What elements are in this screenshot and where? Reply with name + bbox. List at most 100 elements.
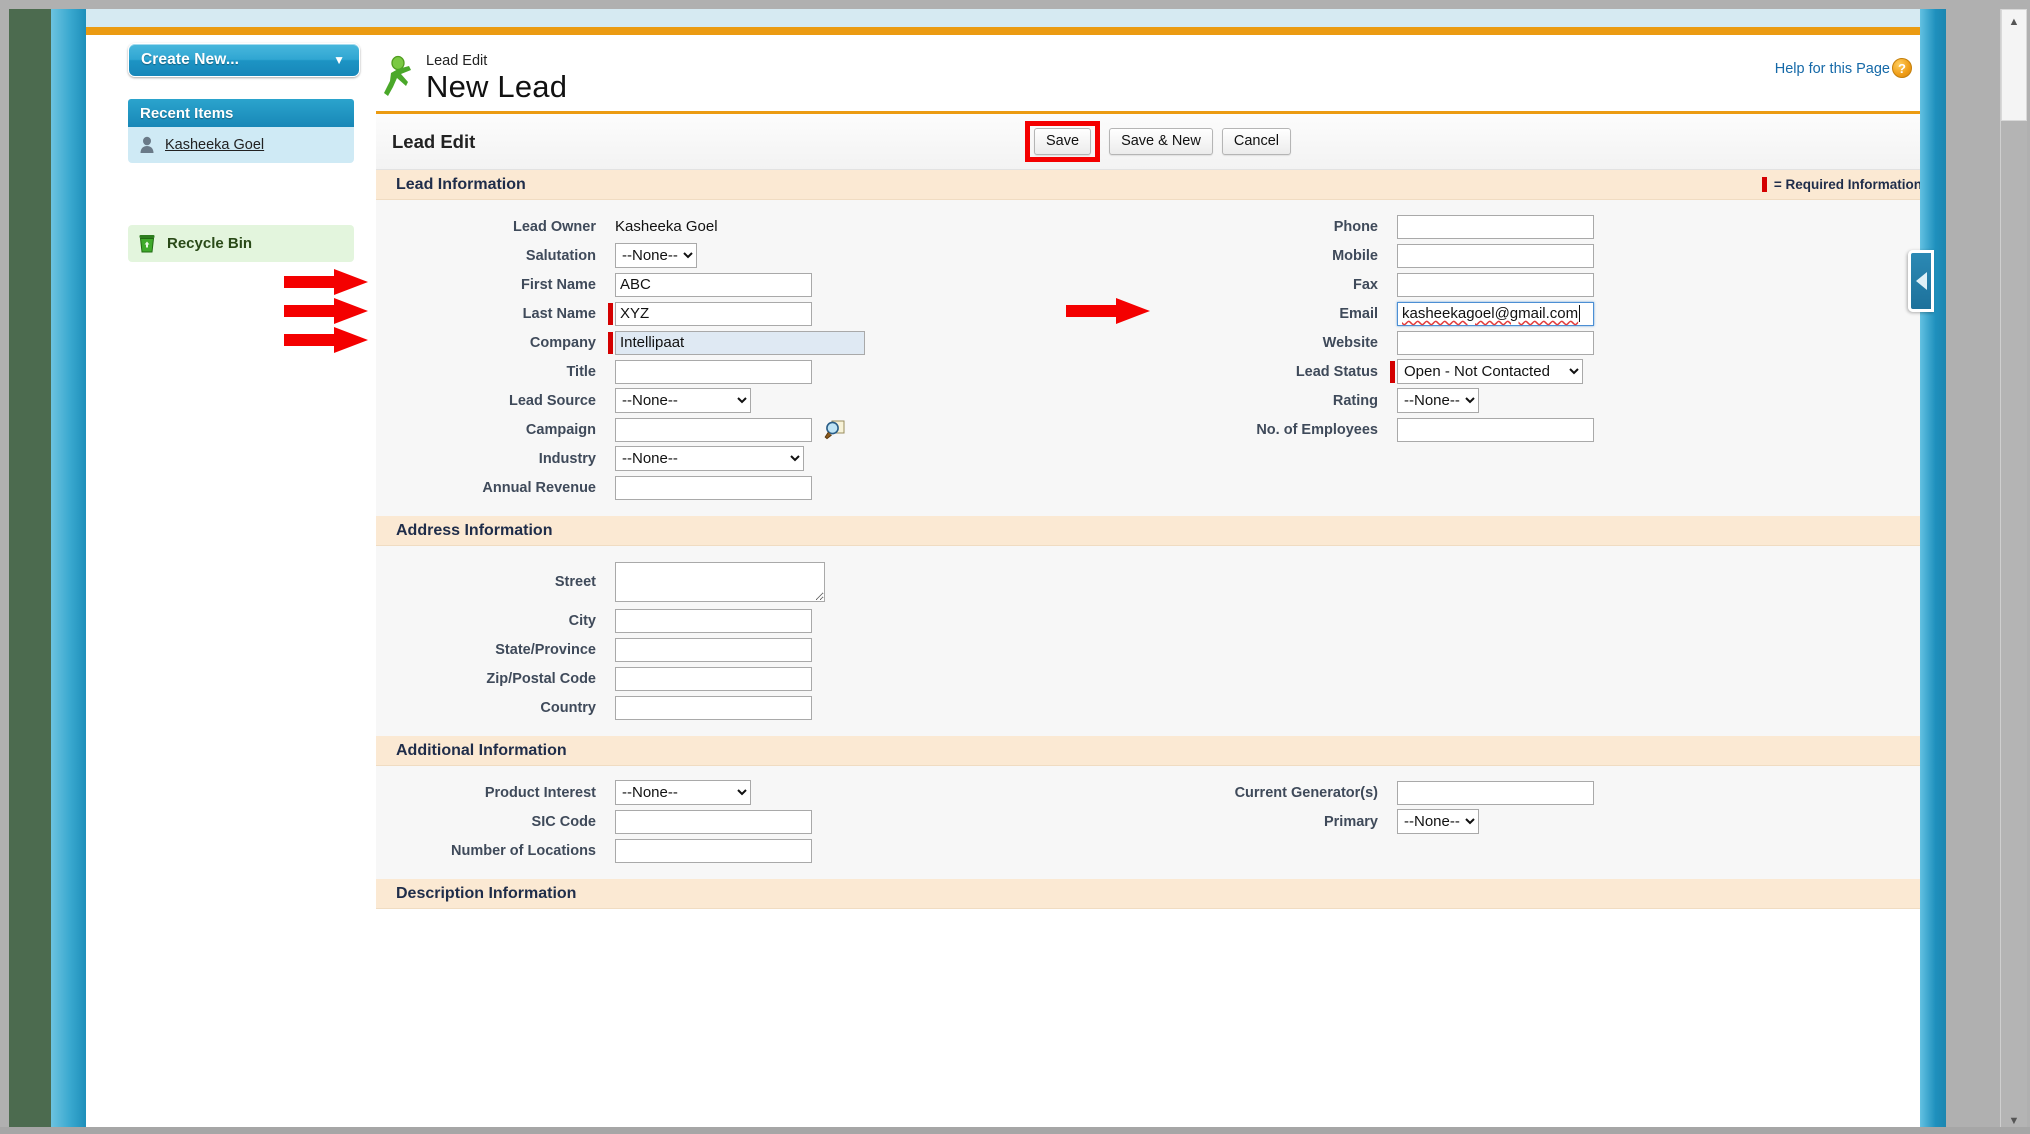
required-marker-icon <box>608 331 613 354</box>
select-industry[interactable]: --None-- <box>615 446 804 471</box>
field-label-country: Country <box>540 699 596 716</box>
required-marker-spacer <box>1390 782 1395 804</box>
vertical-scrollbar[interactable]: ▲ ▼ <box>2000 9 2027 1134</box>
field-control-zip-postal-code <box>608 666 812 691</box>
input-city[interactable] <box>615 608 812 633</box>
recycle-bin-label: Recycle Bin <box>167 235 253 252</box>
field-label-last-name: Last Name <box>522 305 596 322</box>
field-label-no-of-employees: No. of Employees <box>1256 421 1378 438</box>
field-control-fax <box>1390 272 1594 297</box>
recent-item-link[interactable]: Kasheeka Goel <box>165 137 264 153</box>
field-row-phone: Phone <box>1158 212 1940 241</box>
select-lead-source[interactable]: --None-- <box>615 388 751 413</box>
input-phone[interactable] <box>1397 214 1594 239</box>
textarea-street[interactable] <box>615 562 825 602</box>
toolbar-buttons: Save Save & New Cancel <box>1025 121 1291 162</box>
select-salutation[interactable]: --None-- <box>615 243 697 268</box>
annotation-arrow-icon <box>1066 298 1150 329</box>
select-rating[interactable]: --None-- <box>1397 388 1479 413</box>
field-row-title: Title <box>376 357 1158 386</box>
top-band <box>86 9 1942 27</box>
field-control-phone <box>1390 214 1594 239</box>
field-label-fax: Fax <box>1353 276 1378 293</box>
required-marker-icon <box>608 302 613 325</box>
recycle-bin-item[interactable]: Recycle Bin <box>128 225 354 262</box>
required-marker-spacer <box>1390 390 1395 412</box>
field-row-product-interest: Product Interest --None-- <box>376 778 1158 807</box>
input-number-of-locations[interactable] <box>615 838 812 863</box>
field-control-last-name <box>608 301 812 326</box>
field-label-lead-status: Lead Status <box>1295 363 1378 380</box>
field-row-number-of-locations: Number of Locations <box>376 836 1158 865</box>
save-button[interactable]: Save <box>1034 128 1092 155</box>
required-marker-spacer <box>1390 245 1395 267</box>
input-state-province[interactable] <box>615 637 812 662</box>
section-title: Lead Information <box>396 175 526 193</box>
help-icon[interactable]: ? <box>1892 58 1912 78</box>
input-company[interactable] <box>615 330 865 355</box>
input-country[interactable] <box>615 695 812 720</box>
input-no-of-employees[interactable] <box>1397 417 1594 442</box>
input-last-name[interactable] <box>615 301 812 326</box>
field-label-mobile: Mobile <box>1332 247 1378 264</box>
field-control-product-interest: --None-- <box>608 780 751 805</box>
field-row-no-of-employees: No. of Employees <box>1158 415 1940 444</box>
field-row-lead-owner: Lead Owner Kasheeka Goel <box>376 212 1158 241</box>
recent-item-row[interactable]: Kasheeka Goel <box>128 127 354 163</box>
field-control-street <box>608 562 825 602</box>
browser-right-accent <box>1920 9 1946 1134</box>
input-annual-revenue[interactable] <box>615 475 812 500</box>
input-campaign[interactable] <box>615 417 812 442</box>
required-marker-spacer <box>608 274 613 296</box>
save-and-new-button[interactable]: Save & New <box>1109 128 1213 155</box>
input-email[interactable]: kasheekagoel@gmail.com <box>1397 301 1594 326</box>
input-first-name[interactable] <box>615 272 812 297</box>
collapse-sidebar-tab[interactable] <box>1908 250 1934 312</box>
chevron-down-icon: ▼ <box>333 53 345 67</box>
section-header-lead-information: Lead Information = Required Information <box>376 170 1940 200</box>
input-fax[interactable] <box>1397 272 1594 297</box>
field-row-first-name: First Name <box>284 269 1158 299</box>
field-label-product-interest: Product Interest <box>484 784 596 801</box>
screenshot-root: Create New... ▼ Recent Items Kasheeka Go… <box>0 0 2030 1134</box>
required-marker-spacer <box>1390 274 1395 296</box>
select-primary[interactable]: --None-- <box>1397 809 1479 834</box>
help-for-this-page-link[interactable]: Help for this Page <box>1775 61 1890 77</box>
required-marker-spacer <box>1390 216 1395 238</box>
input-sic-code[interactable] <box>615 809 812 834</box>
campaign-lookup-search-icon[interactable] <box>824 419 846 441</box>
field-label-sic-code: SIC Code <box>531 813 596 830</box>
input-zip-postal-code[interactable] <box>615 666 812 691</box>
input-website[interactable] <box>1397 330 1594 355</box>
select-product-interest[interactable]: --None-- <box>615 780 751 805</box>
field-row-state-province: State/Province <box>376 635 1158 664</box>
field-label-state-province: State/Province <box>495 641 596 658</box>
field-control-sic-code <box>608 809 812 834</box>
address-info-left-column: Street City State/Province Zip/Postal Code C… <box>376 546 1158 736</box>
field-row-company: Company <box>284 327 1158 357</box>
required-marker-spacer <box>608 477 613 499</box>
input-mobile[interactable] <box>1397 243 1594 268</box>
select-lead-status[interactable]: Open - Not Contacted <box>1397 359 1583 384</box>
input-title[interactable] <box>615 359 812 384</box>
field-label-lead-source: Lead Source <box>508 392 596 409</box>
field-control-rating: --None-- <box>1390 388 1479 413</box>
section-body-address-information: Street City State/Province Zip/Postal Code C… <box>376 546 1940 736</box>
create-new-label: Create New... <box>141 51 240 68</box>
section-title: Description Information <box>396 884 577 902</box>
required-marker-spacer <box>1390 811 1395 833</box>
field-row-rating: Rating --None-- <box>1158 386 1940 415</box>
field-label-zip-postal-code: Zip/Postal Code <box>486 670 596 687</box>
lead-icon <box>382 55 420 97</box>
input-current-generator-s[interactable] <box>1397 780 1594 805</box>
field-control-no-of-employees <box>1390 417 1594 442</box>
field-label-email: Email <box>1339 305 1378 322</box>
create-new-button[interactable]: Create New... ▼ <box>128 43 360 77</box>
scroll-up-arrow-icon[interactable]: ▲ <box>2001 11 2027 33</box>
field-row-campaign: Campaign <box>376 415 1158 444</box>
page-header: Lead Edit New Lead Help for this Page ? <box>374 39 1942 111</box>
scrollbar-track[interactable] <box>2001 121 2027 1134</box>
field-label-website: Website <box>1322 334 1378 351</box>
cancel-button[interactable]: Cancel <box>1221 128 1291 155</box>
field-control-first-name <box>608 272 812 297</box>
